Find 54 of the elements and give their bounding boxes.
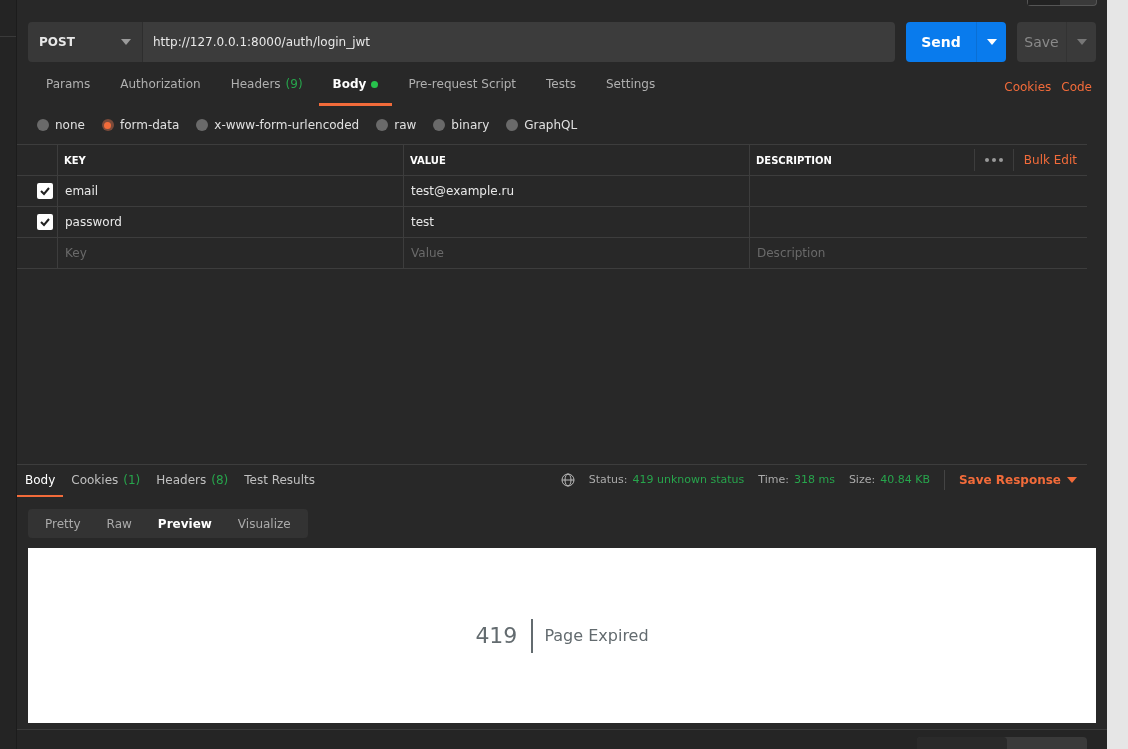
request-tab[interactable]: Body: [318, 73, 393, 106]
response-tab[interactable]: Headers (8): [148, 471, 237, 497]
toggle-switch[interactable]: [1027, 0, 1097, 6]
body-type-radio[interactable]: form-data: [101, 116, 180, 134]
url-field[interactable]: http://127.0.0.1:8000/auth/login_jwt: [143, 22, 895, 62]
meta-label: Size:: [848, 471, 876, 488]
caret-icon: [121, 39, 131, 45]
checkbox[interactable]: [37, 214, 53, 230]
view-mode-tab[interactable]: Visualize: [224, 509, 304, 538]
caret-icon: [1076, 39, 1087, 45]
globe-icon[interactable]: [560, 473, 575, 487]
request-tab[interactable]: Settings: [591, 73, 670, 106]
body-type-radio[interactable]: x-www-form-urlencoded: [196, 116, 360, 134]
key-field[interactable]: Key: [58, 238, 404, 268]
request-tab[interactable]: Params: [32, 73, 105, 106]
view-mode-tab[interactable]: Pretty: [32, 509, 94, 538]
body-type-radio[interactable]: binary: [433, 116, 490, 134]
caret-icon: [1067, 477, 1077, 483]
column-header: KEY: [58, 145, 404, 175]
method-dropdown[interactable]: POST: [28, 22, 143, 62]
table-cell: email: [58, 176, 404, 206]
error-message: Page Expired: [543, 624, 649, 647]
header-link[interactable]: Cookies: [1004, 78, 1052, 96]
table-cell: test@example.ru: [404, 176, 750, 206]
value-field[interactable]: Value: [404, 238, 750, 268]
checkbox[interactable]: [37, 183, 53, 199]
body-type-radio[interactable]: raw: [376, 116, 417, 134]
response-tab[interactable]: Body: [17, 471, 64, 497]
table-cell: test: [404, 207, 750, 237]
view-mode-tab[interactable]: Preview: [144, 509, 225, 538]
table-cell: password: [58, 207, 404, 237]
more-icon[interactable]: [984, 158, 1003, 162]
column-header: DESCRIPTION: [755, 153, 833, 168]
caret-icon: [986, 39, 997, 45]
request-tab[interactable]: Headers (9): [216, 73, 317, 106]
meta-label: Time:: [758, 471, 789, 488]
column-header: VALUE: [404, 145, 750, 175]
description-field[interactable]: Description: [750, 238, 1087, 268]
save-response-button[interactable]: Save Response: [958, 471, 1077, 489]
meta-value: 318 ms: [793, 471, 835, 488]
bulk-edit-link[interactable]: Bulk Edit: [1023, 151, 1077, 169]
response-tab[interactable]: Cookies (1): [63, 471, 149, 497]
meta-value: 40.84 KB: [880, 471, 930, 488]
response-tab[interactable]: Test Results: [236, 471, 323, 497]
meta-value: 419 unknown status: [632, 471, 745, 488]
request-tab[interactable]: Pre-request Script: [394, 73, 531, 106]
error-code: 419: [475, 618, 534, 653]
view-mode-tab[interactable]: Raw: [93, 509, 145, 538]
body-type-radio[interactable]: none: [37, 116, 85, 134]
request-tab[interactable]: Tests: [532, 73, 590, 106]
body-type-radio[interactable]: GraphQL: [506, 116, 578, 134]
meta-label: Status:: [588, 471, 628, 488]
request-tab[interactable]: Authorization: [106, 73, 215, 106]
header-link[interactable]: Code: [1061, 78, 1092, 96]
